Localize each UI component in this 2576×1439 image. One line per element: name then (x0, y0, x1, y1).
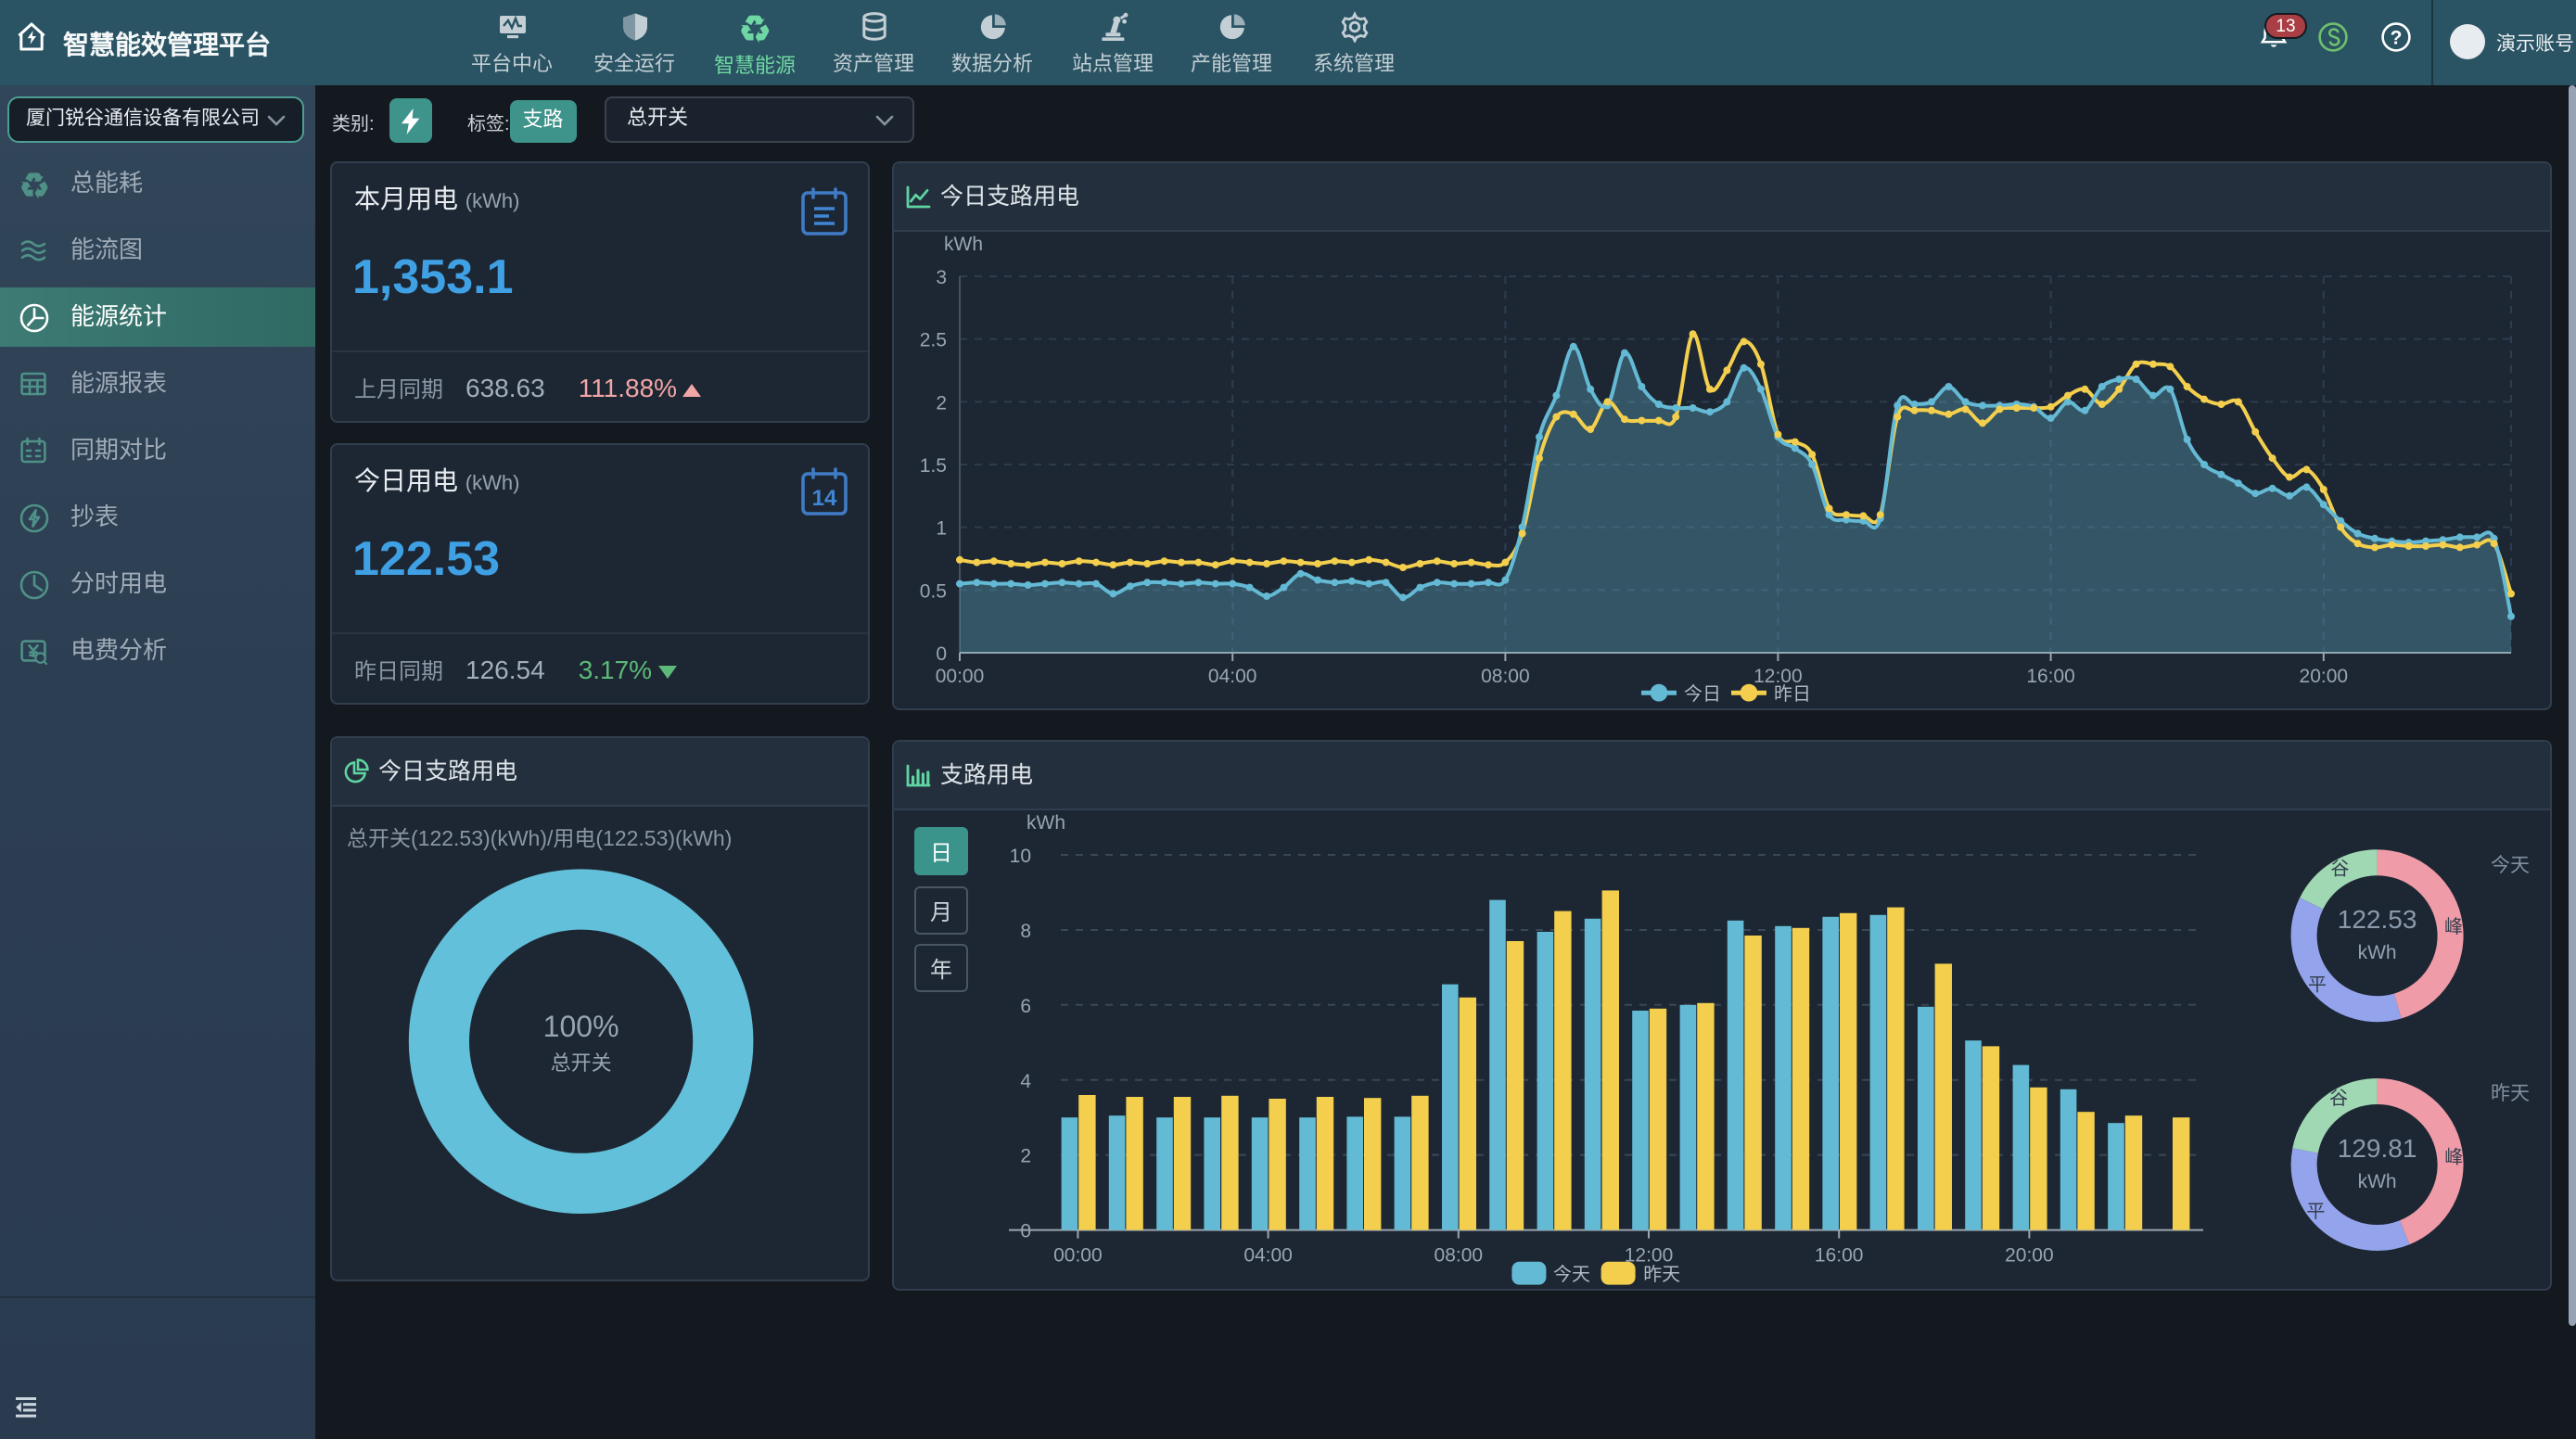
svg-text:129.81: 129.81 (2338, 1134, 2417, 1163)
svg-text:kWh: kWh (2358, 942, 2397, 963)
svg-text:谷: 谷 (2330, 859, 2349, 880)
svg-text:16:00: 16:00 (1815, 1245, 1864, 1267)
svg-text:122.53: 122.53 (2338, 905, 2417, 934)
svg-text:8: 8 (1020, 921, 1031, 942)
svg-text:峰: 峰 (2444, 916, 2463, 937)
svg-text:00:00: 00:00 (1053, 1245, 1103, 1267)
svg-text:08:00: 08:00 (1435, 1245, 1484, 1267)
svg-text:2: 2 (936, 392, 947, 414)
svg-text:今天: 今天 (1553, 1264, 1590, 1285)
svg-text:峰: 峰 (2444, 1146, 2463, 1167)
svg-text:平: 平 (2308, 974, 2327, 995)
svg-text:20:00: 20:00 (2005, 1245, 2054, 1267)
svg-text:昨天: 昨天 (2491, 1083, 2530, 1104)
svg-text:总开关: 总开关 (551, 1051, 612, 1075)
svg-text:20:00: 20:00 (2300, 666, 2349, 687)
svg-text:kWh: kWh (1027, 812, 1065, 834)
svg-text:08:00: 08:00 (1481, 666, 1530, 687)
svg-text:今日: 今日 (1684, 683, 1721, 705)
svg-text:1.5: 1.5 (920, 455, 947, 477)
svg-text:kWh: kWh (944, 234, 983, 255)
svg-text:6: 6 (1020, 996, 1031, 1017)
svg-text:100%: 100% (543, 1010, 619, 1043)
svg-text:04:00: 04:00 (1243, 1245, 1293, 1267)
svg-text:04:00: 04:00 (1208, 666, 1257, 687)
svg-text:10: 10 (1010, 846, 1031, 867)
svg-text:2.5: 2.5 (920, 330, 947, 351)
svg-text:平: 平 (2306, 1202, 2325, 1222)
svg-text:1: 1 (936, 518, 947, 540)
svg-text:3: 3 (936, 267, 947, 288)
svg-text:谷: 谷 (2329, 1088, 2348, 1109)
svg-text:16:00: 16:00 (2026, 666, 2075, 687)
svg-text:0.5: 0.5 (920, 580, 947, 602)
svg-text:14: 14 (812, 486, 837, 511)
svg-text:0: 0 (936, 643, 947, 665)
svg-text:2: 2 (1020, 1146, 1031, 1167)
svg-text:?: ? (2391, 28, 2403, 49)
svg-text:今天: 今天 (2491, 855, 2530, 876)
svg-text:4: 4 (1020, 1071, 1031, 1092)
svg-text:昨天: 昨天 (1643, 1264, 1680, 1285)
svg-text:00:00: 00:00 (936, 666, 985, 687)
svg-text:kWh: kWh (2358, 1171, 2397, 1192)
svg-text:0: 0 (1020, 1221, 1031, 1242)
svg-text:昨日: 昨日 (1774, 683, 1811, 705)
